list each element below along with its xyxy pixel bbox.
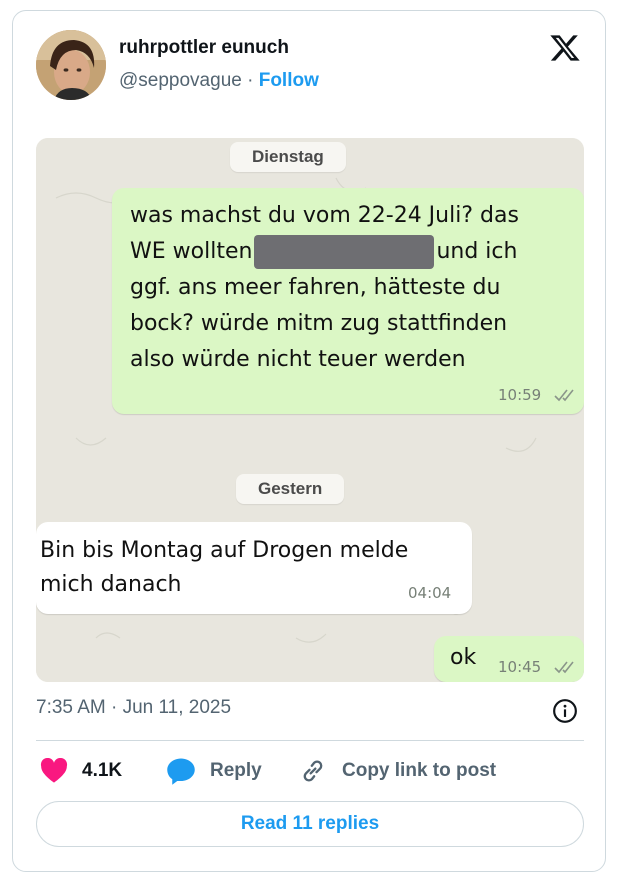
message-line: ggf. ans meer fahren, hätteste du xyxy=(130,275,501,300)
author-name[interactable]: ruhrpottler eunuch xyxy=(119,37,289,59)
reply-label: Reply xyxy=(210,760,262,781)
message-bubble-incoming[interactable]: Bin bis Montag auf Drogen melde mich dan… xyxy=(36,522,472,614)
copy-link-button[interactable]: Copy link to post xyxy=(298,756,496,786)
redaction-box xyxy=(254,235,435,269)
x-logo-icon[interactable] xyxy=(548,32,582,64)
message-text: ok xyxy=(450,645,477,670)
copy-link-label: Copy link to post xyxy=(342,760,497,781)
date-chip-dienstag: Dienstag xyxy=(230,142,346,172)
avatar[interactable] xyxy=(36,30,106,100)
reply-button[interactable]: Reply xyxy=(166,756,262,786)
follow-button[interactable]: Follow xyxy=(259,70,319,91)
message-time: 10:59 xyxy=(498,386,542,404)
message-bubble-outgoing[interactable]: was machst du vom 22-24 Juli? das WE wol… xyxy=(112,188,584,414)
like-button[interactable]: 4.1K xyxy=(40,756,122,786)
author-handle[interactable]: @seppovague xyxy=(119,70,242,91)
double-check-icon xyxy=(554,389,574,402)
author-handle-row: @seppovague · Follow xyxy=(119,70,319,92)
message-line: mich danach xyxy=(40,572,182,597)
read-replies-button[interactable]: Read 11 replies xyxy=(36,801,584,847)
link-icon xyxy=(298,757,328,785)
message-line: bock? würde mitm zug stattfinden xyxy=(130,311,508,336)
double-check-icon xyxy=(554,661,574,674)
message-time: 10:45 xyxy=(498,658,542,676)
message-text: was machst du vom 22-24 Juli? das WE wol… xyxy=(130,198,580,378)
reply-bubble-icon xyxy=(166,757,196,785)
message-time: 04:04 xyxy=(408,584,452,602)
date-chip-gestern: Gestern xyxy=(236,474,345,504)
chat-screenshot-image[interactable]: Dienstag was machst du vom 22-24 Juli? d… xyxy=(36,138,584,682)
info-icon[interactable] xyxy=(552,698,578,724)
like-count: 4.1K xyxy=(82,760,123,781)
divider xyxy=(36,740,584,741)
handle-separator: · xyxy=(247,70,254,91)
message-line: Bin bis Montag auf Drogen melde xyxy=(40,538,409,563)
message-line: was machst du vom 22-24 Juli? das xyxy=(130,203,519,228)
message-line: also würde nicht teuer werden xyxy=(130,347,466,372)
message-bubble-outgoing[interactable]: ok 10:45 xyxy=(434,636,584,682)
tweet-timestamp[interactable]: 7:35 AM · Jun 11, 2025 xyxy=(36,697,231,719)
message-line: WE wollten und ich xyxy=(130,234,580,270)
heart-icon xyxy=(40,758,68,784)
message-text: Bin bis Montag auf Drogen melde mich dan… xyxy=(40,534,470,602)
